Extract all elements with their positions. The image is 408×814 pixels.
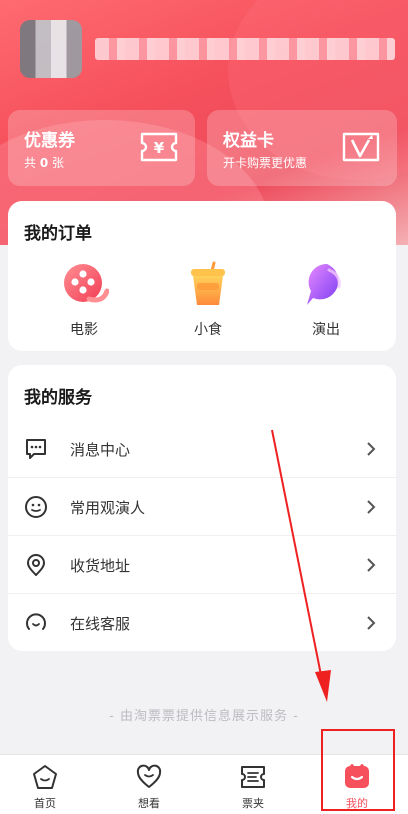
show-icon <box>307 263 341 305</box>
chevron-right-icon <box>367 616 376 630</box>
coupon-count: 共 0 张 <box>24 156 65 170</box>
tab-label: 想看 <box>138 797 160 810</box>
smiley-icon <box>25 496 47 518</box>
service-shipping-address[interactable]: 收货地址 <box>8 536 396 594</box>
movie-icon <box>64 264 110 303</box>
coupon-card[interactable]: 优惠券 共 0 张 ¥ <box>8 110 195 186</box>
avatar[interactable] <box>20 20 82 78</box>
services-title: 我的服务 <box>24 388 92 408</box>
svg-text:¥: ¥ <box>154 139 165 157</box>
service-label: 收货地址 <box>70 557 131 575</box>
vip-card-icon <box>342 132 380 162</box>
chevron-right-icon <box>367 442 376 456</box>
location-icon <box>27 554 45 576</box>
provider-note: - 由淘票票提供信息展示服务 - <box>109 709 299 724</box>
coupon-title: 优惠券 <box>24 131 75 151</box>
tab-want[interactable]: 想看 <box>109 763 189 811</box>
tab-tickets[interactable]: 票夹 <box>213 763 293 811</box>
service-label: 在线客服 <box>70 615 131 633</box>
tab-label: 首页 <box>34 797 56 810</box>
service-frequent-viewers[interactable]: 常用观演人 <box>8 478 396 536</box>
services-card: 我的服务 消息中心 常用观演人 收货地址 在线客服 <box>8 365 396 651</box>
orders-title: 我的订单 <box>24 224 92 244</box>
chevron-right-icon <box>367 558 376 572</box>
heart-icon <box>136 764 162 788</box>
snack-cup-icon <box>191 261 225 305</box>
order-show-label: 演出 <box>312 322 340 338</box>
home-icon <box>33 765 57 789</box>
service-message-center[interactable]: 消息中心 <box>8 420 396 478</box>
order-movie-label: 电影 <box>70 322 98 338</box>
benefit-card[interactable]: 权益卡 开卡购票更优惠 <box>207 110 397 186</box>
ticket-folder-icon <box>241 766 265 788</box>
order-movie[interactable]: 电影 <box>44 261 124 339</box>
tab-label: 票夹 <box>242 797 264 810</box>
username-blurred[interactable] <box>95 38 395 60</box>
message-icon <box>26 439 46 459</box>
benefit-title: 权益卡 <box>223 131 274 151</box>
service-label: 常用观演人 <box>70 499 146 517</box>
order-show[interactable]: 演出 <box>286 261 366 339</box>
tab-home[interactable]: 首页 <box>5 763 85 811</box>
order-snack[interactable]: 小食 <box>168 261 248 339</box>
annotation-highlight-box <box>321 729 395 811</box>
order-snack-label: 小食 <box>194 322 222 338</box>
orders-card: 我的订单 电影 小食 演出 <box>8 201 396 351</box>
service-online-support[interactable]: 在线客服 <box>8 594 396 652</box>
chevron-right-icon <box>367 500 376 514</box>
customer-service-icon <box>26 613 46 630</box>
service-label: 消息中心 <box>70 441 131 459</box>
coupon-icon: ¥ <box>140 132 178 162</box>
benefit-sub: 开卡购票更优惠 <box>223 156 308 170</box>
